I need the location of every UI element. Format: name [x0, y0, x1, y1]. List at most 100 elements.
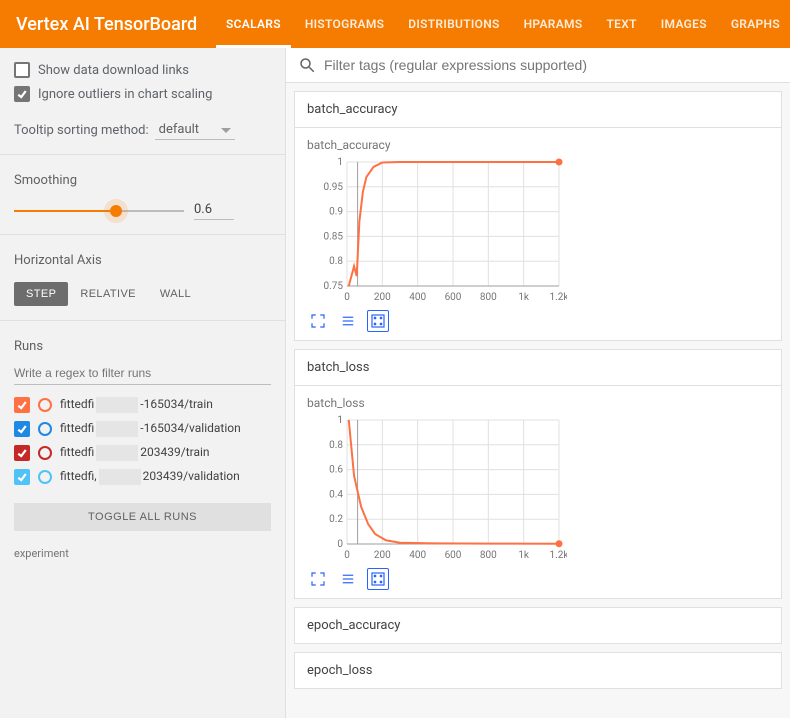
svg-text:0.2: 0.2: [329, 514, 343, 525]
tooltip-sort-label: Tooltip sorting method:: [14, 123, 149, 138]
run-checkbox[interactable]: [14, 445, 30, 461]
haxis-wall-button[interactable]: WALL: [148, 282, 203, 306]
horizontal-axis-label: Horizontal Axis: [14, 253, 271, 268]
svg-text:0: 0: [344, 550, 350, 561]
list-icon[interactable]: [337, 568, 359, 590]
svg-text:0.8: 0.8: [329, 256, 343, 267]
tooltip-sort-select[interactable]: default: [155, 120, 235, 140]
svg-text:1: 1: [337, 415, 343, 426]
tab-images[interactable]: IMAGES: [651, 0, 717, 48]
chart-tools: [307, 564, 769, 592]
chart-subtitle: batch_loss: [307, 396, 769, 410]
haxis-step-button[interactable]: STEP: [14, 282, 68, 306]
run-checkbox[interactable]: [14, 397, 30, 413]
run-row[interactable]: fittedfi,203439/validation: [14, 465, 271, 489]
tab-graphs[interactable]: GRAPHS: [721, 0, 790, 48]
smoothing-value[interactable]: 0.6: [194, 202, 234, 220]
svg-text:200: 200: [374, 550, 391, 561]
sidebar: Show data download links Ignore outliers…: [0, 48, 286, 718]
panel-header[interactable]: batch_loss: [295, 350, 781, 386]
svg-text:0.85: 0.85: [324, 231, 344, 242]
svg-text:0.75: 0.75: [324, 281, 344, 292]
svg-text:800: 800: [480, 292, 497, 303]
run-label: fittedfi-165034/validation: [60, 421, 271, 437]
svg-text:1.2k: 1.2k: [550, 292, 567, 303]
svg-text:600: 600: [445, 550, 462, 561]
panel-epoch_loss: epoch_loss: [294, 652, 782, 689]
svg-text:0.9: 0.9: [329, 207, 343, 218]
tooltip-sort-row: Tooltip sorting method: default: [14, 120, 271, 140]
smoothing-label: Smoothing: [14, 173, 271, 188]
runs-label: Runs: [14, 339, 271, 354]
brand-title: Vertex AI TensorBoard: [16, 14, 216, 35]
svg-text:1k: 1k: [518, 550, 530, 561]
fullscreen-icon[interactable]: [307, 310, 329, 332]
main: Show data download links Ignore outliers…: [0, 48, 790, 718]
show-download-links-checkbox[interactable]: Show data download links: [14, 62, 271, 78]
tag-search-input[interactable]: [324, 57, 778, 73]
haxis-relative-button[interactable]: RELATIVE: [68, 282, 148, 306]
runs-filter-input[interactable]: [14, 362, 271, 385]
fullscreen-icon[interactable]: [307, 568, 329, 590]
panel-batch_accuracy: batch_accuracy batch_accuracy 0 200 400 600…: [294, 91, 782, 341]
svg-text:400: 400: [409, 292, 426, 303]
run-label: fittedfi-165034/train: [60, 397, 271, 413]
tab-hparams[interactable]: HPARAMS: [514, 0, 593, 48]
svg-text:0: 0: [344, 292, 350, 303]
run-label: fittedfi203439/train: [60, 445, 271, 461]
tab-distributions[interactable]: DISTRIBUTIONS: [398, 0, 509, 48]
run-row[interactable]: fittedfi-165034/validation: [14, 417, 271, 441]
runs-list: fittedfi-165034/train fittedfi-165034/val…: [14, 393, 271, 489]
search-icon: [298, 56, 316, 74]
run-checkbox[interactable]: [14, 469, 30, 485]
tooltip-sort-value: default: [159, 122, 199, 137]
svg-text:600: 600: [445, 292, 462, 303]
toggle-all-runs-button[interactable]: TOGGLE ALL RUNS: [14, 503, 271, 531]
panel-epoch_accuracy: epoch_accuracy: [294, 607, 782, 644]
svg-text:0.6: 0.6: [329, 465, 343, 476]
chart-svg: 0 200 400 600 800 1k 1.2k 0.75 0.8 0.85 0.9 0.95 1: [307, 156, 567, 306]
horizontal-axis-toggle: STEPRELATIVEWALL: [14, 282, 271, 306]
ignore-outliers-checkbox[interactable]: Ignore outliers in chart scaling: [14, 86, 271, 102]
run-row[interactable]: fittedfi-165034/train: [14, 393, 271, 417]
run-checkbox[interactable]: [14, 421, 30, 437]
divider: [0, 320, 285, 321]
divider: [0, 154, 285, 155]
run-color-icon: [38, 422, 52, 436]
run-color-icon: [38, 398, 52, 412]
tab-text[interactable]: TEXT: [596, 0, 646, 48]
fit-icon[interactable]: [367, 568, 389, 590]
smoothing-slider[interactable]: [14, 204, 184, 218]
ignore-outliers-label: Ignore outliers in chart scaling: [38, 87, 212, 102]
svg-text:1k: 1k: [518, 292, 530, 303]
topbar: Vertex AI TensorBoard SCALARSHISTOGRAMSD…: [0, 0, 790, 48]
chart-subtitle: batch_accuracy: [307, 138, 769, 152]
checkbox-icon: [14, 62, 30, 78]
panel-header[interactable]: batch_accuracy: [295, 92, 781, 128]
run-color-icon: [38, 446, 52, 460]
smoothing-control: 0.6: [14, 202, 271, 220]
svg-text:400: 400: [409, 550, 426, 561]
tag-search: [286, 48, 790, 83]
checkbox-icon: [14, 86, 30, 102]
svg-text:0.95: 0.95: [324, 182, 344, 193]
list-icon[interactable]: [337, 310, 359, 332]
svg-text:1.2k: 1.2k: [550, 550, 567, 561]
svg-text:0.8: 0.8: [329, 440, 343, 451]
run-label: fittedfi,203439/validation: [60, 469, 271, 485]
tab-histograms[interactable]: HISTOGRAMS: [295, 0, 394, 48]
chart-svg: 0 200 400 600 800 1k 1.2k 0 0.2 0.4 0.6 0.8 1: [307, 414, 567, 564]
chart-tools: [307, 306, 769, 334]
run-color-icon: [38, 470, 52, 484]
svg-text:800: 800: [480, 550, 497, 561]
panel-header[interactable]: epoch_loss: [295, 653, 781, 688]
svg-text:200: 200: [374, 292, 391, 303]
tab-scalars[interactable]: SCALARS: [216, 0, 291, 48]
divider: [0, 234, 285, 235]
panel-header[interactable]: epoch_accuracy: [295, 608, 781, 643]
svg-text:0: 0: [337, 539, 343, 550]
svg-text:1: 1: [337, 157, 343, 168]
svg-text:0.4: 0.4: [329, 489, 343, 500]
run-row[interactable]: fittedfi203439/train: [14, 441, 271, 465]
fit-icon[interactable]: [367, 310, 389, 332]
